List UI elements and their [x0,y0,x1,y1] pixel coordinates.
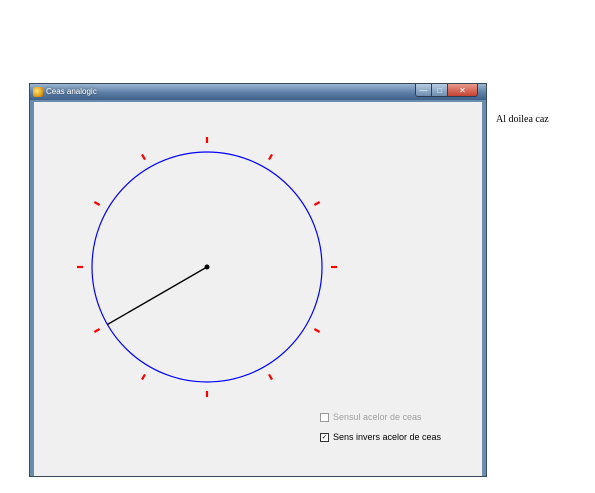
minimize-icon: — [419,85,428,95]
close-button[interactable]: ✕ [448,84,478,97]
clock-app-icon [33,87,43,97]
clock-center-dot [204,264,210,270]
clockwise-option[interactable]: Sensul acelor de ceas [320,412,422,423]
clock-hand [107,266,208,326]
minimize-button[interactable]: — [415,84,432,97]
close-icon: ✕ [459,85,466,95]
clock-tick-5 [268,373,273,381]
clock-tick-4 [313,328,321,333]
clock-tick-7 [141,373,146,381]
counterclockwise-checkbox[interactable]: ✓ [320,433,329,442]
window-title: Ceas analogic [46,87,97,96]
clock-tick-10 [93,201,101,206]
window-controls: — □ ✕ [415,84,478,98]
maximize-button[interactable]: □ [432,84,448,97]
counterclockwise-option[interactable]: ✓ Sens invers acelor de ceas [320,432,441,443]
clock-tick-11 [141,153,146,161]
client-area: Sensul acelor de ceas ✓ Sens invers acel… [34,102,482,476]
clockwise-checkbox[interactable] [320,413,329,422]
counterclockwise-label: Sens invers acelor de ceas [333,432,442,442]
clock-tick-2 [313,201,321,206]
maximize-icon: □ [437,85,442,95]
title-bar[interactable]: Ceas analogic — □ ✕ [30,84,486,100]
clockwise-label: Sensul acelor de ceas [333,412,422,422]
clock-tick-1 [268,153,273,161]
ceas-analogic-window: Ceas analogic — □ ✕ Sensul acelor de cea… [30,84,486,476]
caption-text: Al doilea caz [496,114,549,125]
clock-tick-8 [93,328,101,333]
